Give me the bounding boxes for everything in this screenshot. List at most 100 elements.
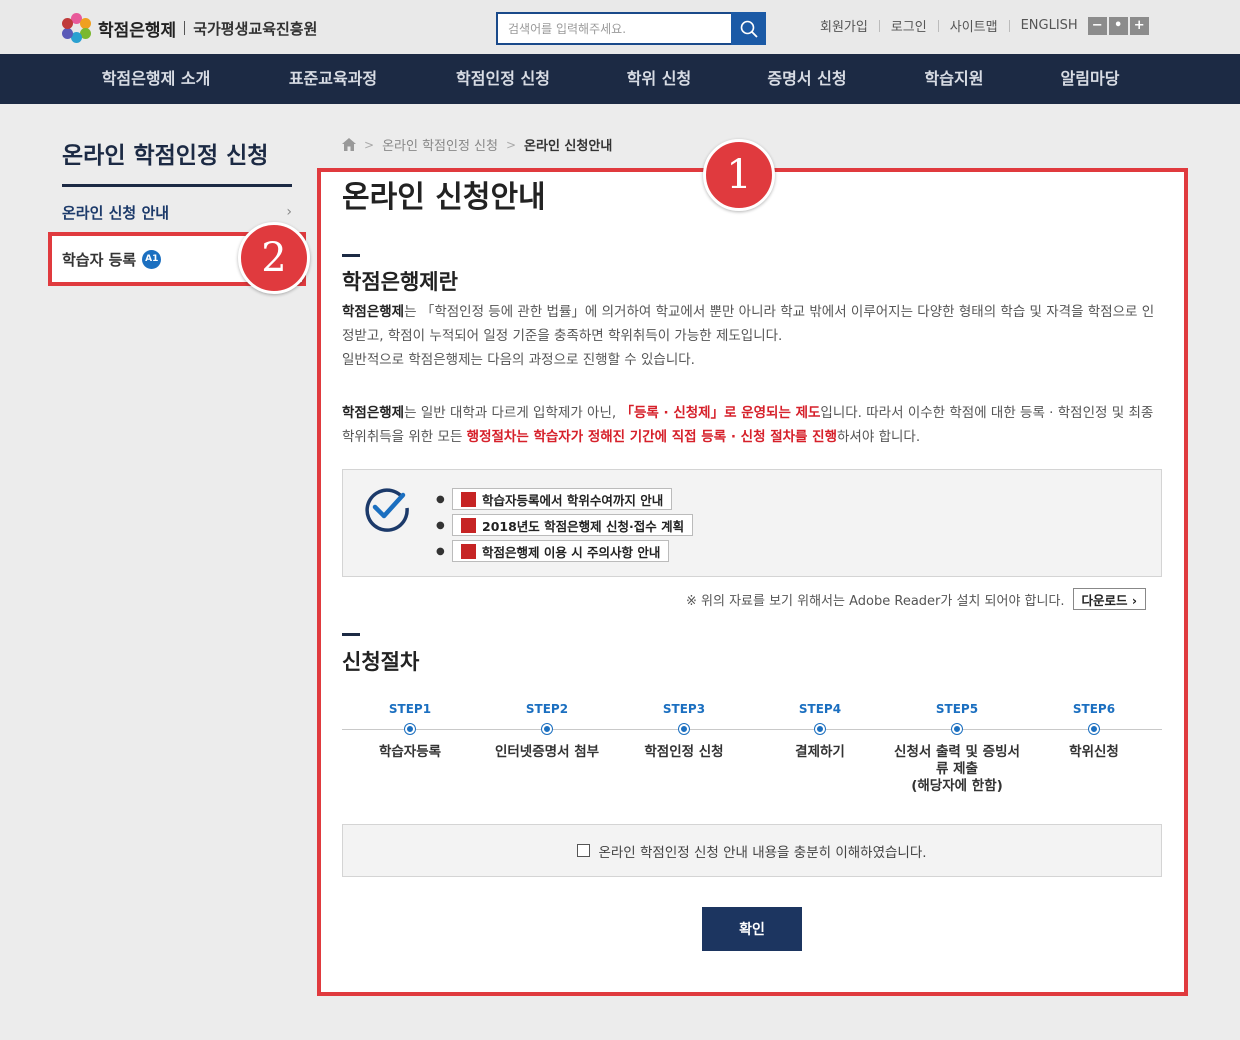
- step-3: STEP3 학점인정 신청: [609, 702, 759, 761]
- section-title-procedure: 신청절차: [342, 650, 420, 674]
- search-button[interactable]: [731, 12, 766, 45]
- adobe-reader-note: ※ 위의 자료를 보기 위해서는 Adobe Reader가 설치 되어야 합니…: [686, 588, 1147, 610]
- step-6: STEP6 학위신청: [1019, 702, 1169, 761]
- nav-item-certificate[interactable]: 증명서 신청: [767, 54, 846, 104]
- pdf-icon: [461, 543, 476, 559]
- pdf-link-label: 학점은행제 이용 시 주의사항 안내: [482, 544, 661, 560]
- list-item: ● 학점은행제 이용 시 주의사항 안내: [436, 538, 693, 564]
- page-title: 온라인 신청안내: [342, 180, 546, 215]
- sidebar-item-label: 학습자 등록: [62, 250, 137, 269]
- bullet: ●: [436, 545, 445, 557]
- annotation-marker-1: 1: [703, 139, 775, 211]
- list-item: ● 학습자등록에서 학위수여까지 안내: [436, 486, 693, 512]
- logo-divider: [184, 21, 186, 35]
- english-link[interactable]: ENGLISH: [1021, 18, 1078, 33]
- nav-item-learning-support[interactable]: 학습지원: [925, 54, 984, 104]
- step-dot: [952, 724, 962, 734]
- annotation-marker-2: 2: [238, 222, 310, 294]
- step-name: 신청서 출력 및 증빙서류 제출: [894, 744, 1020, 777]
- search-input[interactable]: [496, 12, 732, 45]
- notice-paragraph: 학점은행제는 일반 대학과 다르게 입학제가 아닌, 「등록 · 신청제」로 운…: [342, 401, 1164, 449]
- divider: [937, 19, 939, 32]
- agreement-box: 온라인 학점인정 신청 안내 내용을 충분히 이해하였습니다.: [342, 824, 1162, 877]
- notice-text: 는 일반 대학과 다르게 입학제가 아닌,: [404, 405, 621, 421]
- sidebar-item-label: 온라인 신청 안내: [62, 203, 170, 222]
- section-title-about: 학점은행제란: [342, 270, 458, 294]
- step-name: 학점인정 신청: [644, 744, 724, 760]
- documents-list: ● 학습자등록에서 학위수여까지 안내 ● 2018년도 학점은행제 신청·접수 계…: [436, 486, 694, 564]
- step-label: STEP1: [388, 702, 432, 716]
- sidebar-item-online-guide[interactable]: 온라인 신청 안내 ›: [62, 200, 292, 224]
- logo-title: 학점은행제: [98, 20, 177, 41]
- nav-item-about[interactable]: 학점은행제 소개: [102, 54, 211, 104]
- step-name: 학습자등록: [378, 744, 442, 760]
- breadcrumb-item[interactable]: 온라인 학점인정 신청: [382, 135, 498, 154]
- confirm-button[interactable]: 확인: [702, 907, 802, 951]
- check-circle-icon: [365, 488, 409, 532]
- step-dot: [542, 724, 552, 734]
- a1-badge: A1: [142, 249, 162, 269]
- logo-organization: 국가평생교육진흥원: [193, 19, 318, 38]
- breadcrumb: > 온라인 학점인정 신청 > 온라인 신청안내: [342, 135, 612, 154]
- pdf-link-precautions[interactable]: 학점은행제 이용 시 주의사항 안내: [452, 540, 670, 562]
- agreement-label[interactable]: 온라인 학점인정 신청 안내 내용을 충분히 이해하였습니다.: [598, 841, 926, 861]
- logo-flower-icon: [62, 13, 92, 43]
- intro-text-2: 일반적으로 학점은행제는 다음의 과정으로 진행할 수 있습니다.: [342, 352, 695, 368]
- intro-paragraph: 학점은행제는 「학점인정 등에 관한 법률」에 의거하여 학교에서 뿐만 아니라…: [342, 300, 1164, 372]
- bullet: ●: [436, 493, 445, 505]
- nav-item-credit-application[interactable]: 학점인정 신청: [456, 54, 550, 104]
- step-5: STEP5 신청서 출력 및 증빙서류 제출 (해당자에 한함): [889, 702, 1025, 795]
- utility-links: 회원가입 로그인 사이트맵 ENGLISH − • +: [820, 16, 1149, 35]
- site-logo[interactable]: 학점은행제 국가평생교육진흥원: [62, 13, 318, 43]
- nav-item-degree-application[interactable]: 학위 신청: [627, 54, 691, 104]
- agreement-checkbox[interactable]: [577, 844, 591, 857]
- step-label: STEP4: [798, 702, 842, 716]
- step-name: 학위신청: [1069, 744, 1119, 760]
- breadcrumb-current: 온라인 신청안내: [524, 139, 613, 154]
- step-label: STEP3: [662, 702, 706, 716]
- zoom-in-button[interactable]: +: [1129, 16, 1149, 35]
- sidebar-divider: [62, 184, 292, 187]
- search-icon: [740, 20, 758, 38]
- pdf-link-label: 학습자등록에서 학위수여까지 안내: [482, 492, 664, 508]
- zoom-out-button[interactable]: −: [1087, 16, 1107, 35]
- step-name-note: (해당자에 한함): [911, 778, 1003, 794]
- intro-text: 는 「학점인정 등에 관한 법률」에 의거하여 학교에서 뿐만 아니라 학교 밖…: [342, 304, 1155, 344]
- step-1: STEP1 학습자등록: [335, 702, 485, 761]
- notice-highlight: 행정절차는 학습자가 정해진 기간에 직접 등록 · 신청 절차를 진행: [466, 429, 838, 445]
- pdf-link-registration-guide[interactable]: 학습자등록에서 학위수여까지 안내: [452, 488, 673, 510]
- section-accent-bar: [342, 633, 360, 636]
- step-2: STEP2 인터넷증명서 첨부: [472, 702, 622, 761]
- main-navigation: 학점은행제 소개 표준교육과정 학점인정 신청 학위 신청 증명서 신청 학습지…: [0, 54, 1240, 104]
- home-icon[interactable]: [342, 138, 356, 151]
- list-item: ● 2018년도 학점은행제 신청·접수 계획: [436, 512, 694, 538]
- pdf-link-2018-plan[interactable]: 2018년도 학점은행제 신청·접수 계획: [452, 514, 694, 536]
- download-button[interactable]: 다운로드 ›: [1072, 588, 1147, 610]
- pdf-link-label: 2018년도 학점은행제 신청·접수 계획: [482, 518, 685, 534]
- step-4: STEP4 결제하기: [745, 702, 895, 761]
- sidebar-title: 온라인 학점인정 신청: [62, 143, 269, 169]
- login-link[interactable]: 로그인: [891, 16, 927, 35]
- search-bar: [496, 12, 766, 45]
- step-dot: [405, 724, 415, 734]
- notice-text: 하셔야 합니다.: [837, 429, 921, 445]
- zoom-reset-button[interactable]: •: [1108, 16, 1128, 35]
- nav-item-notices[interactable]: 알림마당: [1061, 54, 1120, 104]
- step-name: 인터넷증명서 첨부: [494, 744, 600, 760]
- nav-item-curriculum[interactable]: 표준교육과정: [289, 54, 377, 104]
- term-highlight: 학점은행제: [342, 405, 405, 421]
- pdf-icon: [461, 517, 476, 533]
- step-name: 결제하기: [795, 744, 845, 760]
- sitemap-link[interactable]: 사이트맵: [950, 16, 998, 35]
- section-accent-bar: [342, 254, 360, 257]
- adobe-note-text: ※ 위의 자료를 보기 위해서는 Adobe Reader가 설치 되어야 합니…: [686, 593, 1065, 609]
- step-label: STEP6: [1072, 702, 1116, 716]
- bullet: ●: [436, 519, 445, 531]
- step-dot: [815, 724, 825, 734]
- step-dot: [1089, 724, 1099, 734]
- chevron-right-icon: >: [364, 137, 375, 152]
- chevron-right-icon: >: [505, 137, 517, 152]
- chevron-right-icon: ›: [286, 204, 292, 220]
- signup-link[interactable]: 회원가입: [820, 16, 868, 35]
- term-highlight: 학점은행제: [342, 304, 405, 320]
